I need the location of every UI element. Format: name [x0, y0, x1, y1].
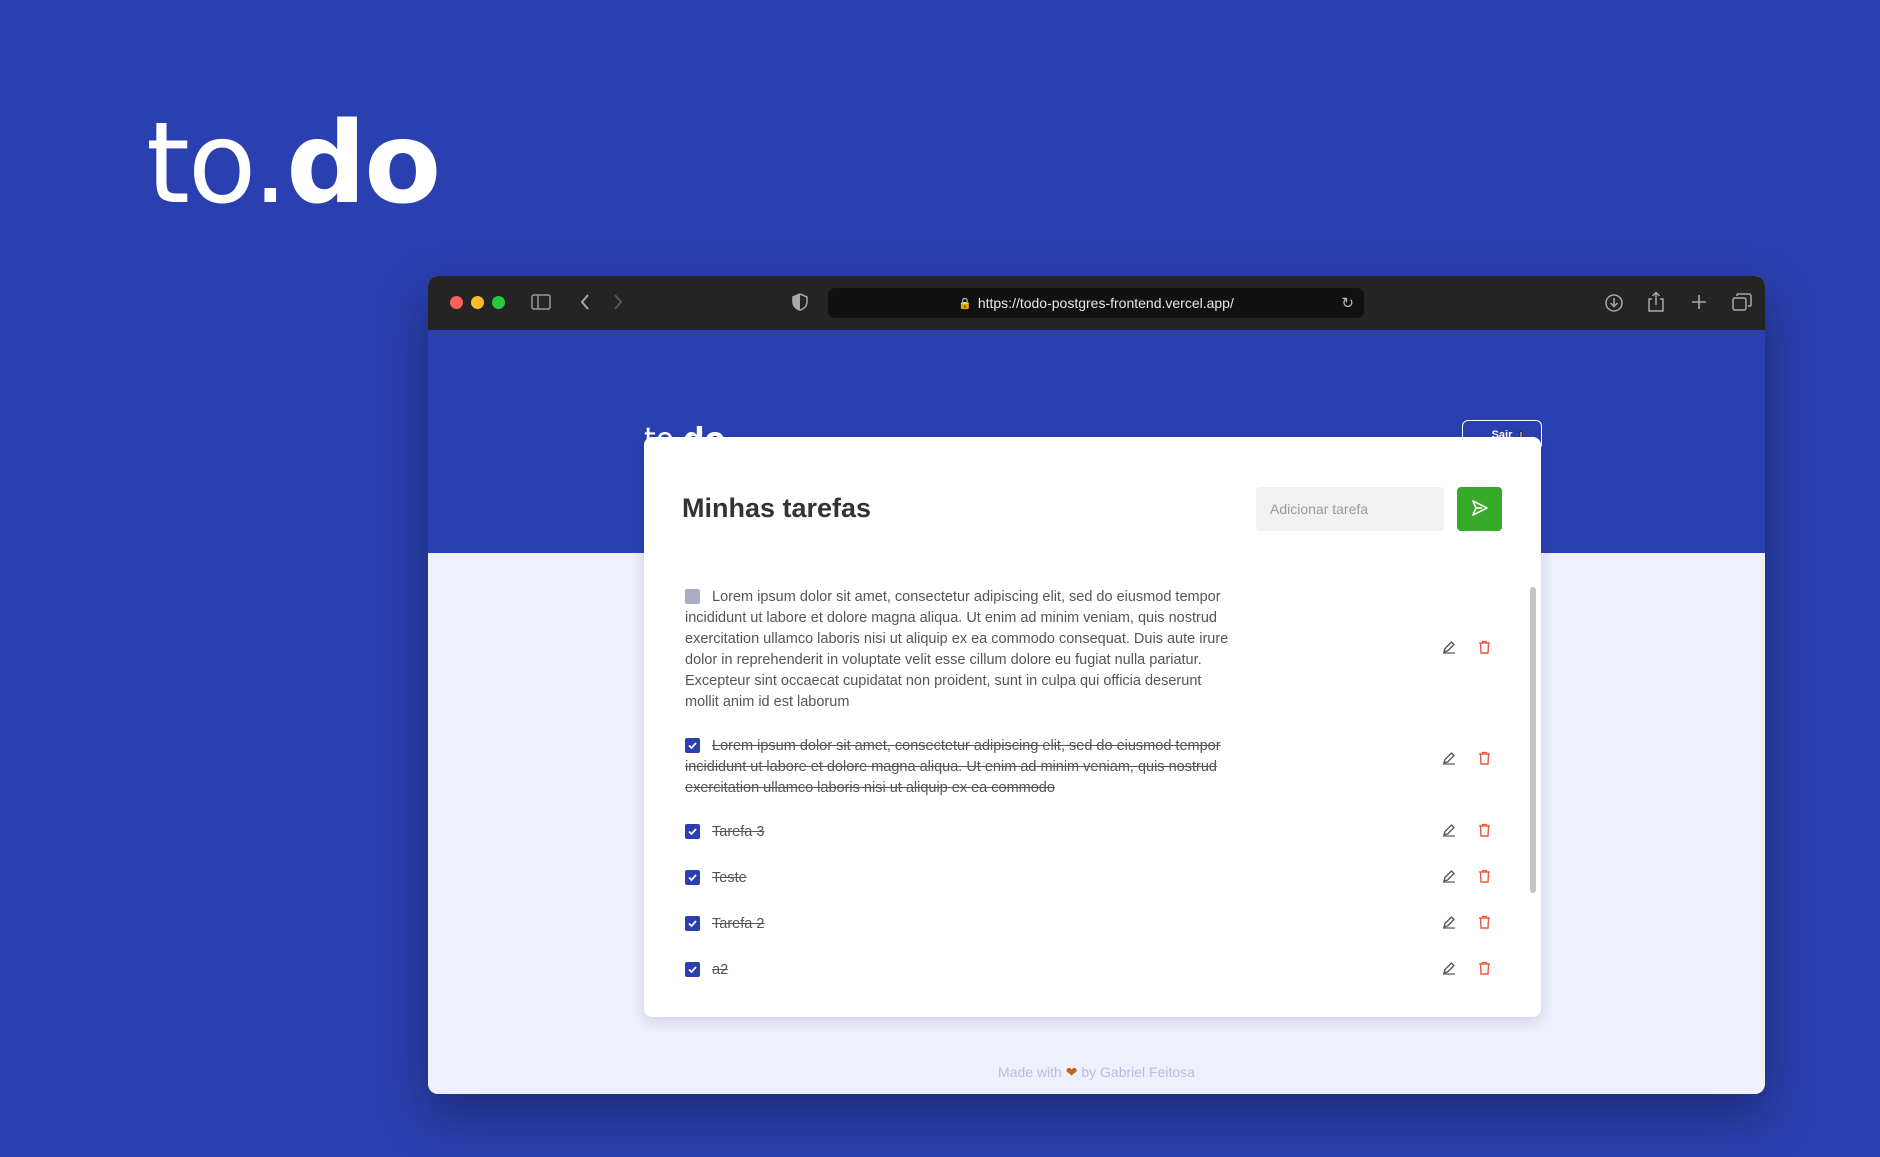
footer: Made with ❤ by Gabriel Feitosa: [428, 1064, 1765, 1081]
shield-icon[interactable]: [792, 293, 808, 314]
new-tab-icon[interactable]: [1690, 293, 1708, 314]
hero-logo-part2: do: [286, 99, 441, 229]
task-checkbox[interactable]: [685, 962, 700, 977]
footer-prefix: Made with: [998, 1064, 1062, 1080]
edit-task-button[interactable]: [1439, 639, 1459, 659]
delete-task-button[interactable]: [1474, 914, 1494, 934]
trash-icon: [1478, 961, 1491, 980]
pencil-icon: [1442, 869, 1456, 888]
task-item: Lorem ipsum dolor sit amet, consectetur …: [685, 587, 1505, 710]
lock-icon: 🔒: [958, 297, 972, 310]
add-task-input[interactable]: [1256, 487, 1444, 531]
task-checkbox[interactable]: [685, 824, 700, 839]
task-list: Lorem ipsum dolor sit amet, consectetur …: [644, 587, 1541, 1012]
delete-task-button[interactable]: [1474, 750, 1494, 770]
edit-task-button[interactable]: [1439, 822, 1459, 842]
address-bar[interactable]: 🔒 https://todo-postgres-frontend.vercel.…: [828, 288, 1364, 318]
task-item: a2: [685, 960, 1505, 1012]
share-icon[interactable]: [1647, 291, 1665, 316]
download-icon[interactable]: [1604, 293, 1624, 316]
pencil-icon: [1442, 961, 1456, 980]
tasks-card: Minhas tarefas Lorem ipsum dolor sit ame…: [644, 437, 1541, 1017]
delete-task-button[interactable]: [1474, 639, 1494, 659]
heart-icon: ❤: [1065, 1064, 1078, 1080]
task-text: Lorem ipsum dolor sit amet, consectetur …: [685, 738, 1221, 796]
task-text: Tarefa 3: [712, 824, 765, 840]
delete-task-button[interactable]: [1474, 868, 1494, 888]
pencil-icon: [1442, 751, 1456, 770]
task-text: Teste: [712, 870, 747, 886]
trash-icon: [1478, 915, 1491, 934]
trash-icon: [1478, 869, 1491, 888]
browser-window: 🔒 https://todo-postgres-frontend.vercel.…: [428, 276, 1765, 1094]
tabs-overview-icon[interactable]: [1732, 293, 1752, 314]
page-title: Minhas tarefas: [682, 493, 872, 523]
edit-task-button[interactable]: [1439, 914, 1459, 934]
task-text: Tarefa 2: [712, 916, 765, 932]
task-checkbox[interactable]: [685, 589, 700, 604]
back-icon[interactable]: [579, 293, 591, 314]
pencil-icon: [1442, 640, 1456, 659]
pencil-icon: [1442, 823, 1456, 842]
hero-logo-part1: to.: [146, 99, 288, 229]
task-checkbox[interactable]: [685, 916, 700, 931]
edit-task-button[interactable]: [1439, 750, 1459, 770]
reload-icon[interactable]: ↻: [1341, 294, 1354, 312]
sidebar-icon[interactable]: [531, 294, 551, 313]
delete-task-button[interactable]: [1474, 822, 1494, 842]
trash-icon: [1478, 640, 1491, 659]
add-task-button[interactable]: [1457, 487, 1502, 531]
browser-titlebar: 🔒 https://todo-postgres-frontend.vercel.…: [428, 276, 1765, 330]
hero-logo: to.do: [146, 108, 441, 220]
close-window-button[interactable]: [450, 296, 463, 309]
forward-icon[interactable]: [612, 293, 624, 314]
task-text: a2: [712, 962, 729, 978]
url-text: https://todo-postgres-frontend.vercel.ap…: [977, 295, 1234, 311]
task-checkbox[interactable]: [685, 870, 700, 885]
task-item: Lorem ipsum dolor sit amet, consectetur …: [685, 736, 1505, 836]
trash-icon: [1478, 751, 1491, 770]
edit-task-button[interactable]: [1439, 868, 1459, 888]
send-icon: [1471, 499, 1489, 520]
delete-task-button[interactable]: [1474, 960, 1494, 980]
edit-task-button[interactable]: [1439, 960, 1459, 980]
pencil-icon: [1442, 915, 1456, 934]
task-checkbox[interactable]: [685, 738, 700, 753]
footer-suffix: by Gabriel Feitosa: [1081, 1064, 1195, 1080]
minimize-window-button[interactable]: [471, 296, 484, 309]
zoom-window-button[interactable]: [492, 296, 505, 309]
task-text: Lorem ipsum dolor sit amet, consectetur …: [685, 589, 1229, 710]
trash-icon: [1478, 823, 1491, 842]
